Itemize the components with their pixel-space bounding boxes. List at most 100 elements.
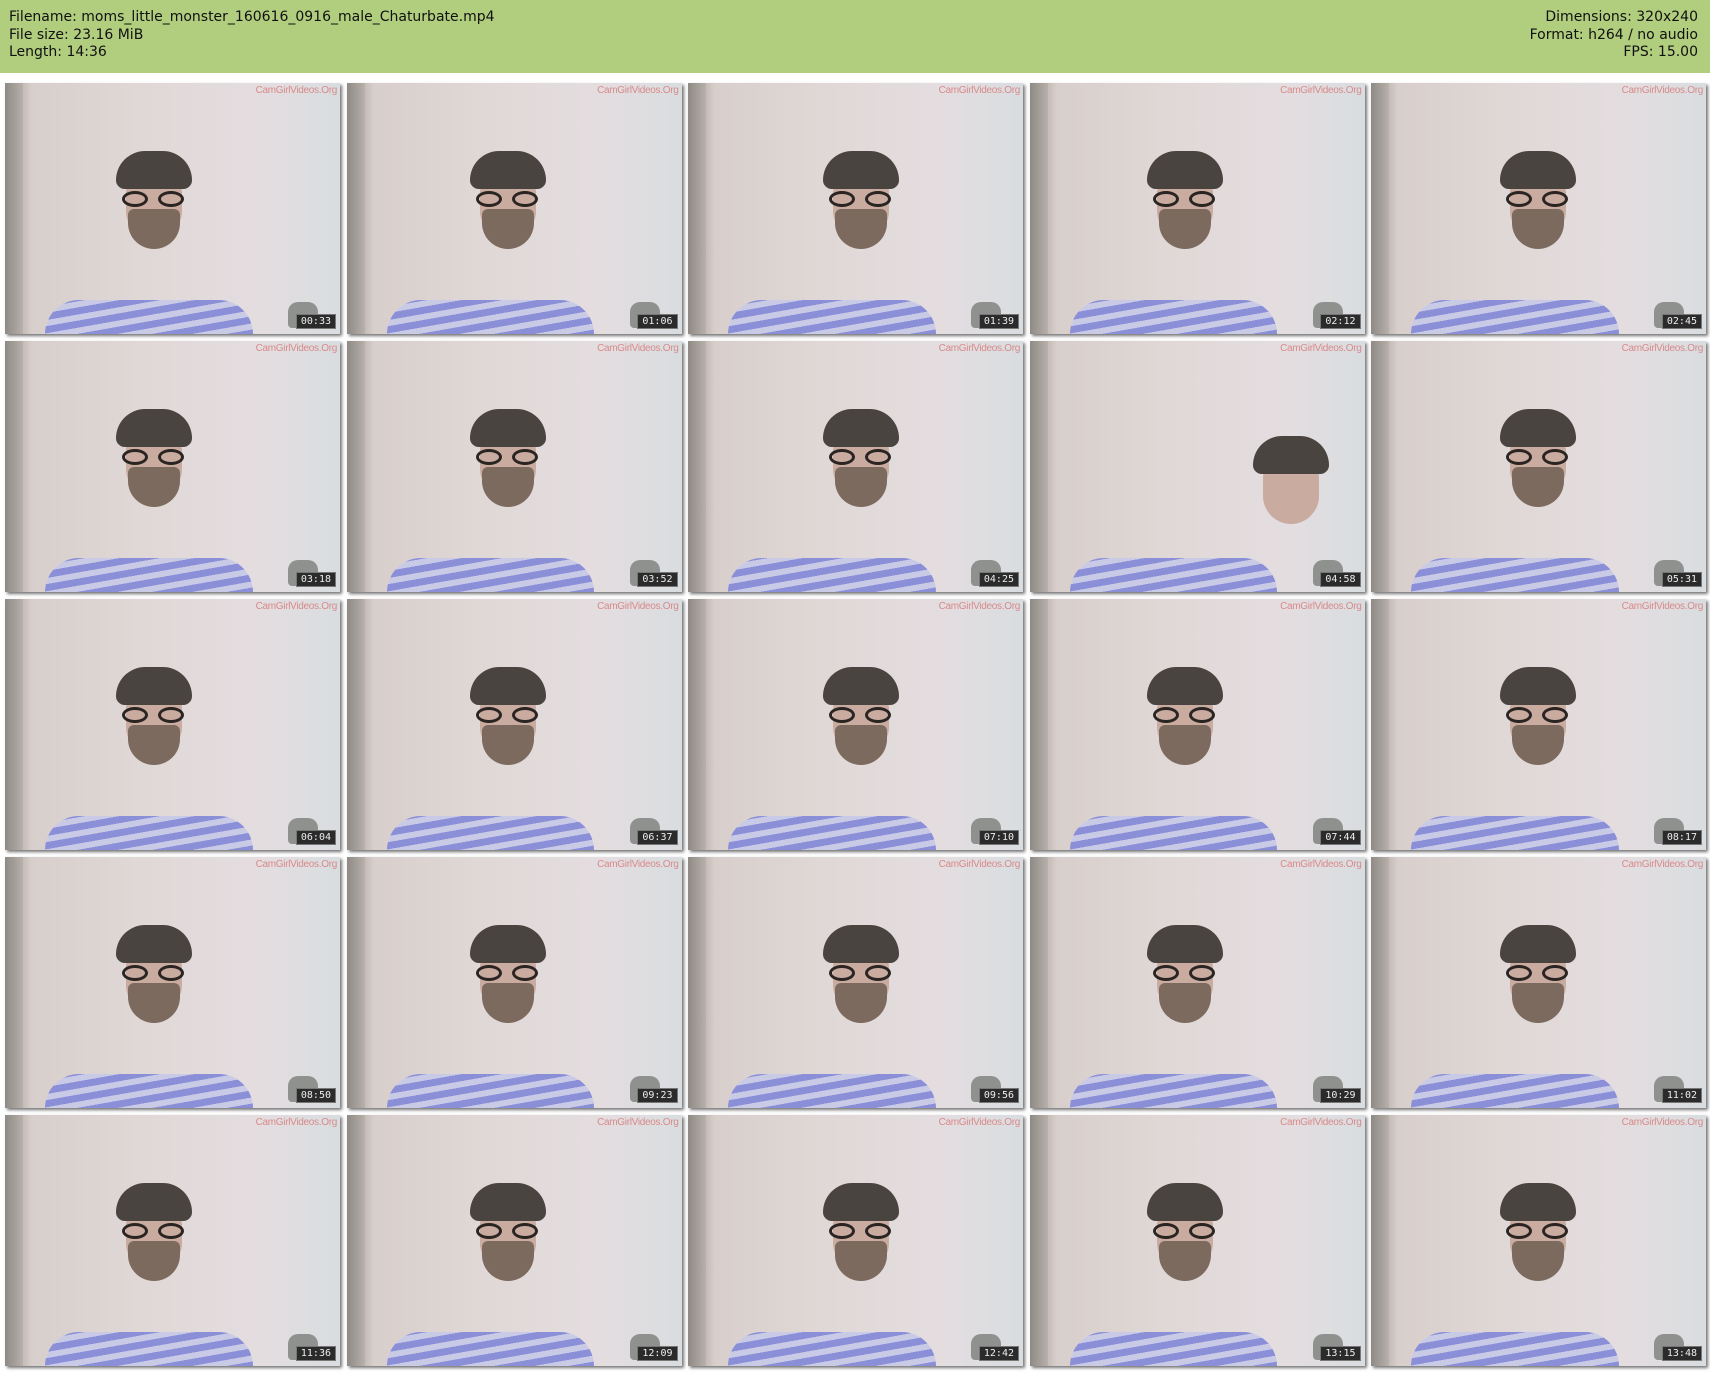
person-shirt (45, 816, 253, 850)
person-head (1146, 924, 1223, 1035)
wall-shadow (1029, 83, 1048, 334)
video-thumbnail[interactable]: CamGirlVideos.Org 09:23 (346, 857, 682, 1108)
person-head (469, 150, 546, 261)
video-thumbnail[interactable]: CamGirlVideos.Org 09:56 (688, 857, 1023, 1108)
watermark: CamGirlVideos.Org (255, 343, 338, 354)
person-shirt (45, 1332, 253, 1366)
video-thumbnail[interactable]: CamGirlVideos.Org 08:17 (1371, 599, 1706, 850)
wall-shadow (688, 1115, 706, 1366)
video-thumbnail[interactable]: CamGirlVideos.Org 05:31 (1371, 341, 1706, 592)
person-shirt (386, 558, 595, 592)
wall-shadow (1371, 599, 1389, 850)
person-head (116, 408, 193, 519)
video-thumbnail[interactable]: CamGirlVideos.Org 06:04 (5, 599, 340, 850)
wall-shadow (688, 857, 706, 1108)
file-info-left: Filename: moms_little_monster_160616_091… (9, 9, 495, 62)
video-thumbnail[interactable]: CamGirlVideos.Org 13:15 (1029, 1115, 1365, 1366)
person-head (823, 1182, 900, 1293)
watermark: CamGirlVideos.Org (1280, 1117, 1362, 1128)
video-thumbnail[interactable]: CamGirlVideos.Org 12:42 (688, 1115, 1023, 1366)
person-shirt (386, 816, 595, 850)
video-thumbnail[interactable]: CamGirlVideos.Org 06:37 (346, 599, 682, 850)
timestamp-badge: 02:45 (1661, 314, 1702, 329)
fps: FPS: 15.00 (1623, 44, 1698, 60)
timestamp-badge: 02:12 (1320, 314, 1361, 329)
watermark: CamGirlVideos.Org (597, 1117, 679, 1128)
timestamp-badge: 03:52 (637, 572, 678, 587)
person-head (823, 924, 900, 1035)
watermark: CamGirlVideos.Org (1621, 85, 1704, 96)
timestamp-badge: 08:17 (1661, 830, 1702, 845)
timestamp-badge: 07:44 (1320, 830, 1361, 845)
wall-shadow (5, 1115, 23, 1366)
timestamp-badge: 08:50 (295, 1088, 336, 1103)
wall-shadow (346, 857, 365, 1108)
video-thumbnail[interactable]: CamGirlVideos.Org 10:29 (1029, 857, 1365, 1108)
watermark: CamGirlVideos.Org (938, 601, 1021, 612)
video-thumbnail[interactable]: CamGirlVideos.Org 07:44 (1029, 599, 1365, 850)
video-thumbnail[interactable]: CamGirlVideos.Org 03:52 (346, 341, 682, 592)
video-thumbnail[interactable]: CamGirlVideos.Org 04:58 (1029, 341, 1365, 592)
video-thumbnail[interactable]: CamGirlVideos.Org 08:50 (5, 857, 340, 1108)
wall-shadow (346, 83, 365, 334)
wall-shadow (1371, 341, 1389, 592)
wall-shadow (5, 599, 23, 850)
person-head (1146, 150, 1223, 261)
person-head (1253, 436, 1330, 546)
timestamp-badge: 11:36 (295, 1346, 336, 1361)
person-shirt (728, 558, 936, 592)
timestamp-badge: 09:23 (637, 1088, 678, 1103)
file-info-right: Dimensions: 320x240 Format: h264 / no au… (1530, 9, 1698, 62)
timestamp-badge: 09:56 (978, 1088, 1019, 1103)
person-shirt (1411, 300, 1619, 334)
person-head (823, 150, 900, 261)
person-head (823, 408, 900, 519)
video-thumbnail[interactable]: CamGirlVideos.Org 13:48 (1371, 1115, 1706, 1366)
video-thumbnail[interactable]: CamGirlVideos.Org 00:33 (5, 83, 340, 334)
watermark: CamGirlVideos.Org (1621, 859, 1704, 870)
person-head (116, 150, 193, 261)
video-thumbnail[interactable]: CamGirlVideos.Org 03:18 (5, 341, 340, 592)
person-head (469, 408, 546, 519)
info-header: Filename: moms_little_monster_160616_091… (0, 0, 1710, 73)
video-thumbnail[interactable]: CamGirlVideos.Org 12:09 (346, 1115, 682, 1366)
video-thumbnail[interactable]: CamGirlVideos.Org 07:10 (688, 599, 1023, 850)
person-head (1500, 666, 1577, 777)
person-head (1500, 150, 1577, 261)
person-shirt (1411, 558, 1619, 592)
dimensions: Dimensions: 320x240 (1545, 9, 1698, 25)
timestamp-badge: 12:42 (978, 1346, 1019, 1361)
watermark: CamGirlVideos.Org (255, 859, 338, 870)
video-thumbnail[interactable]: CamGirlVideos.Org 02:45 (1371, 83, 1706, 334)
person-head (116, 666, 193, 777)
timestamp-badge: 04:25 (978, 572, 1019, 587)
watermark: CamGirlVideos.Org (1621, 1117, 1704, 1128)
wall-shadow (688, 341, 706, 592)
timestamp-badge: 00:33 (295, 314, 336, 329)
watermark: CamGirlVideos.Org (255, 85, 338, 96)
watermark: CamGirlVideos.Org (597, 601, 679, 612)
person-shirt (45, 558, 253, 592)
video-thumbnail[interactable]: CamGirlVideos.Org 04:25 (688, 341, 1023, 592)
video-thumbnail[interactable]: CamGirlVideos.Org 01:06 (346, 83, 682, 334)
video-thumbnail[interactable]: CamGirlVideos.Org 11:02 (1371, 857, 1706, 1108)
video-thumbnail[interactable]: CamGirlVideos.Org 11:36 (5, 1115, 340, 1366)
watermark: CamGirlVideos.Org (597, 343, 679, 354)
timestamp-badge: 03:18 (295, 572, 336, 587)
wall-shadow (1371, 83, 1389, 334)
wall-shadow (1029, 1115, 1048, 1366)
timestamp-badge: 11:02 (1661, 1088, 1702, 1103)
filename: Filename: moms_little_monster_160616_091… (9, 9, 495, 25)
person-head (116, 924, 193, 1035)
watermark: CamGirlVideos.Org (1621, 601, 1704, 612)
person-head (1500, 924, 1577, 1035)
person-head (116, 1182, 193, 1293)
person-shirt (728, 1074, 936, 1108)
watermark: CamGirlVideos.Org (938, 85, 1021, 96)
timestamp-badge: 13:48 (1661, 1346, 1702, 1361)
person-head (823, 666, 900, 777)
person-head (469, 924, 546, 1035)
video-thumbnail[interactable]: CamGirlVideos.Org 01:39 (688, 83, 1023, 334)
timestamp-badge: 13:15 (1320, 1346, 1361, 1361)
video-thumbnail[interactable]: CamGirlVideos.Org 02:12 (1029, 83, 1365, 334)
